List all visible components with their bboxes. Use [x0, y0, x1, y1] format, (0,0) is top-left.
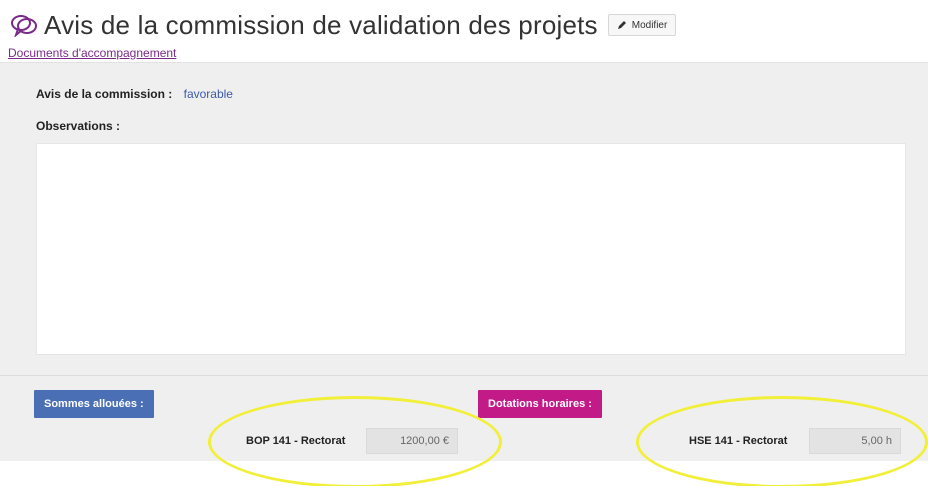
- pencil-icon: [617, 20, 627, 30]
- avis-row: Avis de la commission : favorable: [36, 87, 233, 101]
- page-title: Avis de la commission de validation des …: [44, 10, 598, 40]
- hse-value-field[interactable]: 5,00 h: [809, 428, 901, 454]
- header: Avis de la commission de validation des …: [0, 0, 928, 62]
- hse-label: HSE 141 - Rectorat: [689, 435, 788, 447]
- speech-bubbles-icon: [10, 13, 38, 39]
- commission-panel: Avis de la commission : favorable Observ…: [0, 62, 928, 461]
- bop-label: BOP 141 - Rectorat: [246, 435, 346, 447]
- page: Avis de la commission de validation des …: [0, 0, 928, 486]
- title-row: Avis de la commission de validation des …: [10, 10, 677, 40]
- dotations-horaires-badge: Dotations horaires :: [478, 390, 602, 418]
- edit-button[interactable]: Modifier: [607, 14, 677, 36]
- bop-row: BOP 141 - Rectorat 1200,00 €: [246, 428, 458, 454]
- avis-label: Avis de la commission :: [36, 87, 173, 101]
- avis-value: favorable: [183, 87, 233, 101]
- observations-label: Observations :: [36, 119, 121, 133]
- documents-link[interactable]: Documents d'accompagnement: [8, 46, 176, 60]
- bop-value-field[interactable]: 1200,00 €: [366, 428, 458, 454]
- edit-button-label: Modifier: [631, 19, 668, 31]
- section-divider: [0, 375, 928, 376]
- observations-field[interactable]: [36, 143, 906, 355]
- sommes-allouees-badge: Sommes allouées :: [34, 390, 154, 418]
- hse-row: HSE 141 - Rectorat 5,00 h: [689, 428, 901, 454]
